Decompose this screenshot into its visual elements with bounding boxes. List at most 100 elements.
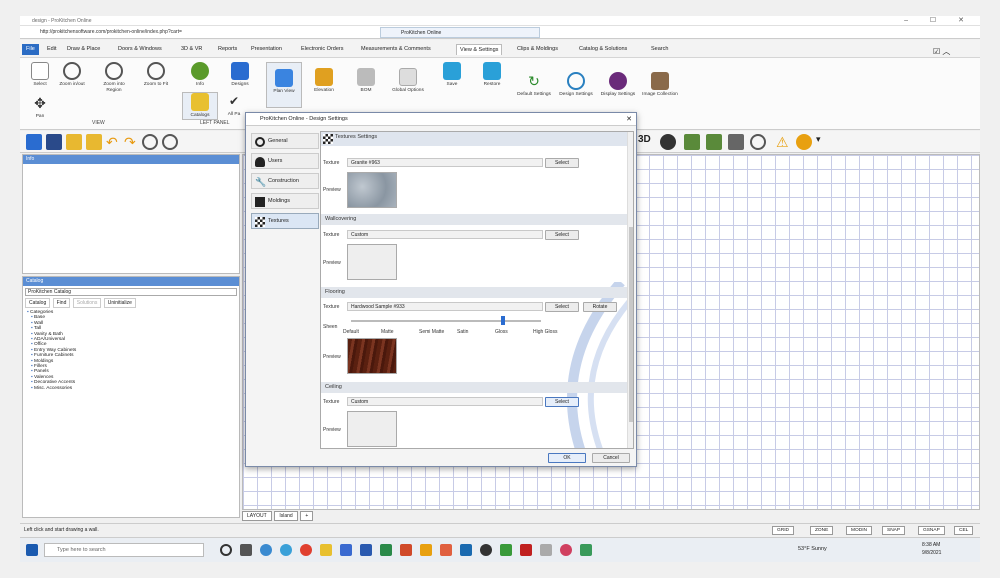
select-button-ceiling[interactable]: Select — [545, 397, 579, 407]
tab-uninitialize[interactable]: Uninitialize — [103, 298, 136, 308]
browser-tab[interactable]: ProKitchen Online — [380, 27, 540, 38]
folder-icon[interactable] — [86, 134, 102, 150]
taskbar-search[interactable]: Type here to search — [44, 543, 204, 557]
pan-button[interactable]: ✥ Pan — [22, 94, 58, 120]
figure-icon[interactable] — [684, 134, 700, 150]
content-scrollbar[interactable] — [627, 132, 633, 448]
figure-icon[interactable] — [706, 134, 722, 150]
print-icon[interactable] — [728, 134, 744, 150]
app-icon[interactable] — [540, 544, 552, 556]
image-collection-button[interactable]: Image Collection — [642, 72, 678, 98]
nav-general[interactable]: General — [251, 133, 319, 149]
warning-icon[interactable]: ⚠ — [776, 134, 792, 150]
tab-catalog[interactable]: Catalog — [25, 298, 51, 308]
menu-presentation[interactable]: Presentation — [248, 44, 285, 55]
tab-solutions[interactable]: Solutions — [72, 298, 102, 308]
powerpoint-icon[interactable] — [400, 544, 412, 556]
add-tab-button[interactable]: + — [300, 511, 314, 521]
sheen-slider-thumb[interactable] — [501, 316, 505, 325]
new-icon[interactable] — [26, 134, 42, 150]
app-icon[interactable] — [340, 544, 352, 556]
address-bar[interactable]: http://prokitchensoftware.com/prokitchen… — [20, 26, 980, 39]
designs-button[interactable]: Designs — [222, 62, 258, 88]
checkbox-icon[interactable]: ☑ ︿ — [930, 44, 953, 56]
menu-reports[interactable]: Reports — [215, 44, 240, 55]
window-controls[interactable]: – ☐ ✕ — [904, 16, 974, 24]
texture-field-top[interactable]: Granite #963 — [347, 158, 543, 167]
word-icon[interactable] — [360, 544, 372, 556]
menu-file[interactable]: File — [22, 44, 39, 55]
clock-date[interactable]: 9/8/2021 — [922, 550, 941, 556]
app-icon[interactable] — [580, 544, 592, 556]
outlook-icon[interactable] — [460, 544, 472, 556]
select-button-flooring[interactable]: Select — [545, 302, 579, 312]
menu-view-settings[interactable]: View & Settings — [456, 44, 503, 55]
nav-construction[interactable]: 🔧 Construction — [251, 173, 319, 189]
gsnap-toggle[interactable]: GSNAP — [918, 526, 945, 535]
zoom-inout-button[interactable]: Zoom in/out — [54, 62, 90, 88]
acrobat-icon[interactable] — [520, 544, 532, 556]
app-icon[interactable] — [500, 544, 512, 556]
excel-icon[interactable] — [380, 544, 392, 556]
save-disk-icon[interactable] — [46, 134, 62, 150]
catalog-select[interactable]: ProKitchen Catalog — [25, 288, 237, 296]
task-view-icon[interactable] — [240, 544, 252, 556]
open-folder-icon[interactable] — [66, 134, 82, 150]
clock-time[interactable]: 8:38 AM — [922, 542, 940, 548]
zoom-region-button[interactable]: Zoom into Region — [96, 62, 132, 94]
texture-field-ceiling[interactable]: Custom — [347, 397, 543, 406]
menu-search[interactable]: Search — [648, 44, 671, 55]
redo-icon[interactable]: ↷ — [124, 134, 140, 150]
tab-layout[interactable]: LAYOUT — [242, 511, 272, 521]
menu-catalog-solutions[interactable]: Catalog & Solutions — [576, 44, 630, 55]
design-settings-button[interactable]: Design Settings — [558, 72, 594, 98]
cortana-icon[interactable] — [220, 544, 232, 556]
select-button[interactable]: Select — [22, 62, 58, 88]
display-settings-button[interactable]: Display Settings — [600, 72, 636, 98]
3d-view-icon[interactable]: 3D — [638, 134, 654, 150]
menu-electronic-orders[interactable]: Electronic Orders — [298, 44, 347, 55]
elevation-button[interactable]: Elevation — [306, 68, 342, 94]
weather-text[interactable]: 53°F Sunny — [798, 546, 827, 552]
zoom-out-icon[interactable] — [162, 134, 178, 150]
edge-icon[interactable] — [280, 544, 292, 556]
restore-button[interactable]: Restore — [474, 62, 510, 88]
app-icon[interactable] — [480, 544, 492, 556]
plan-view-button[interactable]: Plan View — [266, 62, 302, 108]
default-settings-button[interactable]: ↻ Default Settings — [516, 72, 552, 98]
all-panels-button[interactable]: ✔ All Pa — [222, 92, 246, 118]
url-text[interactable]: http://prokitchensoftware.com/prokitchen… — [40, 29, 182, 35]
nav-textures[interactable]: Textures — [251, 213, 319, 229]
app-icon[interactable] — [440, 544, 452, 556]
nav-users[interactable]: Users — [251, 153, 319, 169]
help-icon[interactable] — [796, 134, 812, 150]
tree-item[interactable]: Misc. Accessories — [31, 386, 239, 391]
select-button-top[interactable]: Select — [545, 158, 579, 168]
info-button[interactable]: Info — [182, 62, 218, 88]
app-icon[interactable] — [420, 544, 432, 556]
menu-3d-vr[interactable]: 3D & VR — [178, 44, 205, 55]
scrollbar-thumb[interactable] — [629, 227, 633, 422]
zone-toggle[interactable]: ZONE — [810, 526, 834, 535]
tab-find[interactable]: Find — [52, 298, 71, 308]
zoom-in-icon[interactable] — [142, 134, 158, 150]
save-button[interactable]: Save — [434, 62, 470, 88]
zoom-fit-button[interactable]: Zoom to Fit — [138, 62, 174, 88]
toggle-icon[interactable] — [660, 134, 676, 150]
menu-edit[interactable]: Edit — [44, 44, 59, 55]
bom-button[interactable]: BOM — [348, 68, 384, 94]
catalogs-button[interactable]: Catalogs — [182, 92, 218, 120]
cancel-button[interactable]: Cancel — [592, 453, 630, 463]
menu-clips-moldings[interactable]: Clips & Moldings — [514, 44, 561, 55]
dropdown-arrow-icon[interactable]: ▾ — [816, 134, 832, 150]
rotate-button[interactable]: Rotate — [583, 302, 617, 312]
tab-island[interactable]: Island — [274, 511, 298, 521]
nav-moldings[interactable]: Moldings — [251, 193, 319, 209]
menu-doors-windows[interactable]: Doors & Windows — [115, 44, 165, 55]
windows-start-icon[interactable] — [26, 544, 38, 556]
app-icon[interactable] — [260, 544, 272, 556]
texture-field-wallcovering[interactable]: Custom — [347, 230, 543, 239]
ok-button[interactable]: OK — [548, 453, 586, 463]
texture-field-flooring[interactable]: Hardwood Sample #933 — [347, 302, 543, 311]
modin-toggle[interactable]: MODIN — [846, 526, 872, 535]
